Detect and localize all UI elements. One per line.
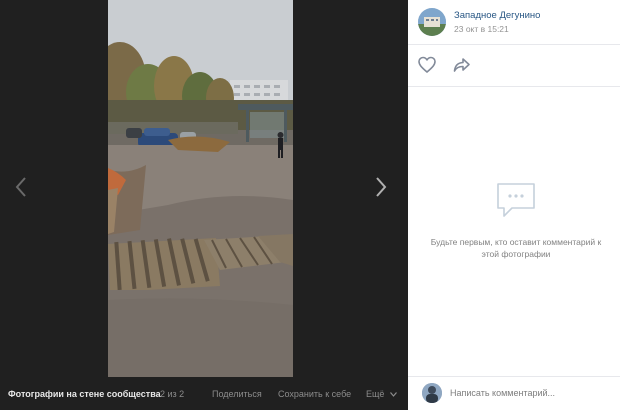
chevron-down-icon xyxy=(389,389,397,399)
chevron-left-icon xyxy=(15,177,26,197)
previous-photo-button[interactable] xyxy=(6,172,36,202)
photo-side-panel: Западное Дегунино 23 окт в 15:21 Будьте … xyxy=(408,0,620,410)
post-date[interactable]: 23 окт в 15:21 xyxy=(454,24,509,34)
group-name-link[interactable]: Западное Дегунино xyxy=(454,10,540,21)
post-header: Западное Дегунино 23 окт в 15:21 xyxy=(408,0,620,44)
group-avatar[interactable] xyxy=(418,8,446,36)
share-button[interactable] xyxy=(452,55,472,75)
comment-form xyxy=(408,377,620,410)
save-photo-link[interactable]: Сохранить к себе xyxy=(278,389,351,399)
album-link[interactable]: Фотографии на стене сообщества xyxy=(8,389,161,399)
photo[interactable] xyxy=(108,0,293,377)
heart-icon xyxy=(418,56,436,74)
comment-input[interactable] xyxy=(450,383,610,403)
chevron-right-icon xyxy=(376,177,387,197)
avatar[interactable] xyxy=(422,383,442,403)
speech-bubble-icon xyxy=(494,180,538,220)
next-photo-button[interactable] xyxy=(366,172,396,202)
like-button[interactable] xyxy=(417,55,437,75)
more-menu-button[interactable]: Ещё xyxy=(366,389,397,399)
divider xyxy=(408,44,620,45)
photo-image xyxy=(108,0,293,377)
share-arrow-icon xyxy=(453,58,470,72)
empty-comments-text: Будьте первым, кто оставит комментарий к… xyxy=(430,237,602,259)
share-photo-link[interactable]: Поделиться xyxy=(212,389,262,399)
viewer-bottom-bar: Фотографии на стене сообщества 2 из 2 По… xyxy=(0,377,408,410)
divider xyxy=(408,86,620,87)
photo-viewer: Фотографии на стене сообщества 2 из 2 По… xyxy=(0,0,408,410)
more-label: Ещё xyxy=(366,389,385,399)
photo-counter: 2 из 2 xyxy=(160,389,185,399)
